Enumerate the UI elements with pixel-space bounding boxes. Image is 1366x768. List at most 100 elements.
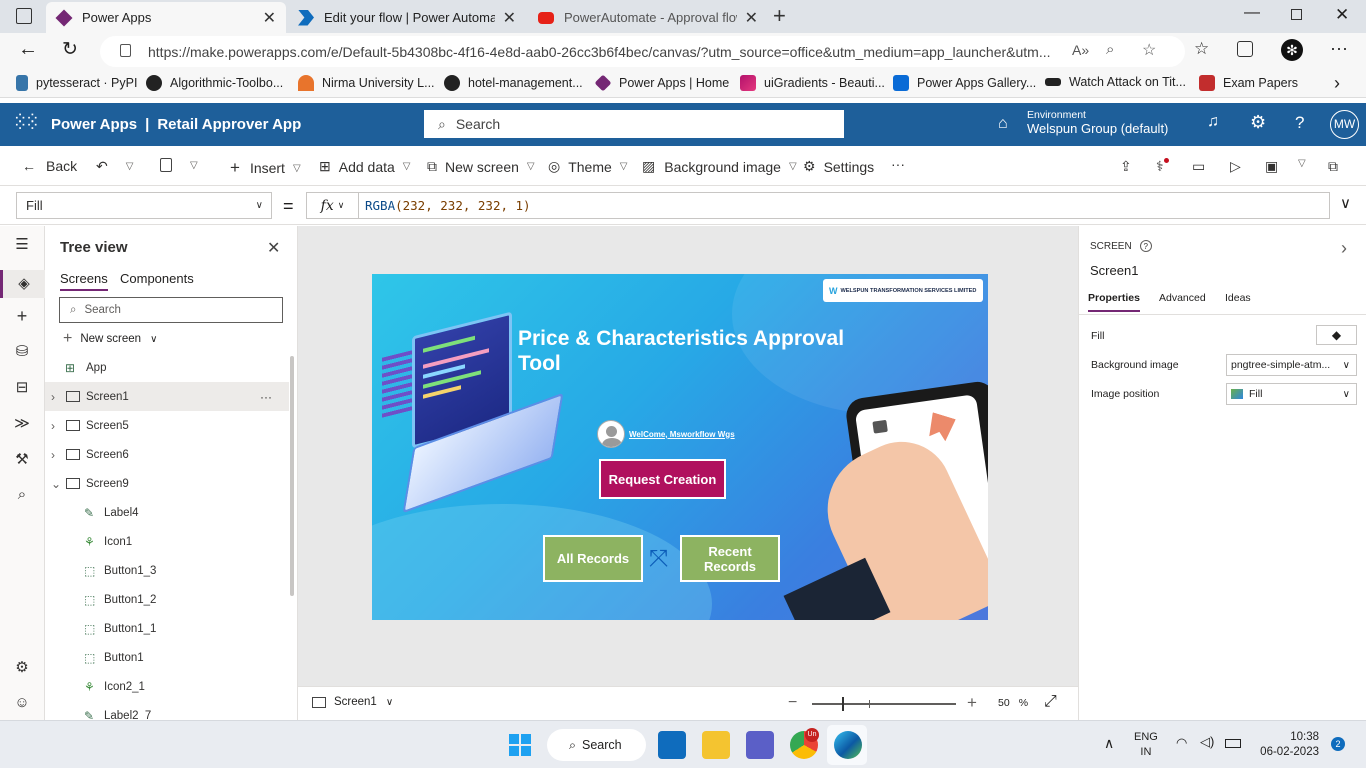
- new-screen-button[interactable]: ⧉ New screen ▽: [427, 158, 535, 175]
- new-tab-button[interactable]: +: [773, 3, 786, 29]
- tab-components[interactable]: Components: [120, 271, 194, 286]
- notification-badge[interactable]: 2: [1331, 737, 1345, 751]
- chevron-right-icon[interactable]: ›: [51, 390, 55, 404]
- clock[interactable]: 10:38 06-02-2023: [1260, 730, 1319, 760]
- app-launcher-icon[interactable]: ⁘⁘ ⁘⁘: [13, 110, 40, 134]
- tab-advanced[interactable]: Advanced: [1159, 292, 1206, 304]
- chevron-right-icon[interactable]: ›: [51, 419, 55, 433]
- tree-node-icon1[interactable]: ⚘ Icon1: [45, 527, 289, 556]
- collections-icon[interactable]: [1237, 41, 1253, 57]
- hamburger-icon[interactable]: ☰: [13, 235, 31, 253]
- outlook-icon[interactable]: [658, 731, 686, 759]
- bookmark-item[interactable]: hotel-management...: [444, 75, 583, 91]
- expand-arrows-icon[interactable]: ⤧: [649, 545, 668, 573]
- zoom-in-button[interactable]: +: [967, 693, 977, 713]
- tree-view-icon[interactable]: ◈: [0, 270, 45, 298]
- insert-button[interactable]: + Insert ▽: [230, 158, 301, 178]
- tree-node-screen9[interactable]: ⌄ Screen9: [45, 469, 289, 498]
- bookmark-item[interactable]: Nirma University L...: [298, 75, 435, 91]
- help-icon[interactable]: ?: [1295, 113, 1304, 133]
- app-name[interactable]: Retail Approver App: [157, 116, 301, 133]
- user-avatar-icon[interactable]: [597, 420, 625, 448]
- tree-node-button1_2[interactable]: ⬚ Button1_2: [45, 585, 289, 614]
- tab-youtube[interactable]: PowerAutomate - Approval flow ✕: [528, 2, 768, 33]
- tab-power-automate[interactable]: Edit your flow | Power Automate ✕: [288, 2, 526, 33]
- settings-button[interactable]: ⚙ Settings: [803, 158, 874, 175]
- tab-properties[interactable]: Properties: [1088, 292, 1140, 312]
- media-icon[interactable]: ⊟: [13, 378, 31, 396]
- play-icon[interactable]: ▷: [1230, 158, 1241, 175]
- taskbar-search[interactable]: ⌕ Search: [547, 729, 646, 761]
- close-window-icon[interactable]: ✕: [1335, 5, 1349, 25]
- tree-node-button1_3[interactable]: ⬚ Button1_3: [45, 556, 289, 585]
- insert-icon[interactable]: +: [13, 306, 31, 326]
- url-field[interactable]: https://make.powerapps.com/e/Default-5b4…: [100, 36, 1185, 67]
- tab-power-apps[interactable]: Power Apps ✕: [46, 2, 286, 33]
- all-records-button[interactable]: All Records: [543, 535, 643, 582]
- bookmark-item[interactable]: Exam Papers: [1199, 75, 1298, 91]
- chevron-down-icon[interactable]: ⌄: [51, 477, 61, 491]
- publish-icon[interactable]: ⧉: [1328, 158, 1338, 175]
- tree-node-screen1[interactable]: › Screen1 ···: [45, 382, 289, 411]
- back-button[interactable]: ← Back: [22, 158, 77, 174]
- minimize-icon[interactable]: —: [1244, 4, 1260, 22]
- zoom-out-button[interactable]: −: [788, 694, 797, 712]
- wifi-icon[interactable]: ◠: [1176, 735, 1187, 751]
- close-tab-icon[interactable]: ✕: [745, 8, 758, 28]
- extension-icon[interactable]: ✻: [1281, 39, 1303, 61]
- tree-node-button1_1[interactable]: ⬚ Button1_1: [45, 614, 289, 643]
- chevron-right-icon[interactable]: ›: [51, 448, 55, 462]
- global-search-input[interactable]: ⌕ Search: [424, 110, 844, 138]
- notifications-icon[interactable]: ♫: [1207, 113, 1219, 131]
- data-icon[interactable]: ⛁: [13, 342, 31, 360]
- background-image-dropdown[interactable]: pngtree-simple-atm... ∨: [1226, 354, 1357, 376]
- close-icon[interactable]: ✕: [267, 238, 280, 258]
- save-options-button[interactable]: ▽: [1290, 158, 1306, 169]
- close-tab-icon[interactable]: ✕: [503, 8, 516, 28]
- tree-search-input[interactable]: ⌕ Search: [59, 297, 283, 323]
- save-icon[interactable]: ▣: [1265, 158, 1278, 175]
- tab-screens[interactable]: Screens: [60, 271, 108, 291]
- background-image-button[interactable]: ▨ Background image ▽: [642, 158, 797, 175]
- tree-node-screen6[interactable]: › Screen6: [45, 440, 289, 469]
- power-automate-icon[interactable]: ≫: [13, 414, 31, 432]
- favorites-icon[interactable]: ☆: [1194, 39, 1209, 59]
- collapse-panel-icon[interactable]: ›: [1341, 238, 1347, 259]
- bookmark-item[interactable]: uiGradients - Beauti...: [740, 75, 885, 91]
- windows-start-icon[interactable]: [509, 734, 531, 756]
- selected-control-name[interactable]: Screen1: [1090, 263, 1138, 278]
- fit-to-window-icon[interactable]: ⤢: [1044, 693, 1057, 711]
- zoom-slider[interactable]: [812, 697, 956, 711]
- search-icon[interactable]: ⌕: [13, 486, 31, 504]
- bookmark-item[interactable]: Power Apps Gallery...: [893, 75, 1036, 91]
- formula-input[interactable]: fx ∨ RGBA (232, 232, 232, 1): [306, 192, 1330, 219]
- zoom-slider-thumb[interactable]: [842, 697, 844, 711]
- tab-actions-icon[interactable]: [16, 8, 32, 24]
- undo-button[interactable]: ↶ ▽: [96, 158, 133, 175]
- bookmark-item[interactable]: pytesseract · PyPI: [16, 75, 137, 91]
- expand-formula-icon[interactable]: ∨: [1340, 194, 1351, 212]
- share-icon[interactable]: ⇪: [1120, 158, 1132, 175]
- show-hidden-icon[interactable]: ∧: [1104, 735, 1114, 752]
- bookmark-item[interactable]: Watch Attack on Tit...: [1045, 75, 1186, 89]
- tree-node-screen5[interactable]: › Screen5: [45, 411, 289, 440]
- bookmarks-overflow-icon[interactable]: ›: [1334, 73, 1340, 94]
- environment-picker[interactable]: Environment Welspun Group (default): [1027, 108, 1168, 136]
- browser-menu-icon[interactable]: ···: [1330, 38, 1348, 59]
- close-tab-icon[interactable]: ✕: [263, 8, 276, 28]
- paste-button[interactable]: ▽: [160, 158, 198, 172]
- tree-node-icon2_1[interactable]: ⚘ Icon2_1: [45, 672, 289, 701]
- bookmark-item[interactable]: Power Apps | Home: [594, 74, 729, 92]
- battery-icon[interactable]: [1225, 739, 1241, 748]
- gear-icon[interactable]: ⚙: [13, 658, 31, 676]
- edge-icon[interactable]: [834, 731, 862, 759]
- bookmark-item[interactable]: Algorithmic-Toolbo...: [146, 75, 283, 91]
- more-commands-button[interactable]: ···: [891, 156, 905, 172]
- property-dropdown[interactable]: Fill ∨: [16, 192, 272, 219]
- file-explorer-icon[interactable]: [702, 731, 730, 759]
- request-creation-button[interactable]: Request Creation: [599, 459, 726, 499]
- advanced-tools-icon[interactable]: ⚒: [13, 450, 31, 468]
- recent-records-button[interactable]: Recent Records: [680, 535, 780, 582]
- tree-node-button1[interactable]: ⬚ Button1: [45, 643, 289, 672]
- new-screen-button[interactable]: + New screen ∨: [63, 330, 157, 348]
